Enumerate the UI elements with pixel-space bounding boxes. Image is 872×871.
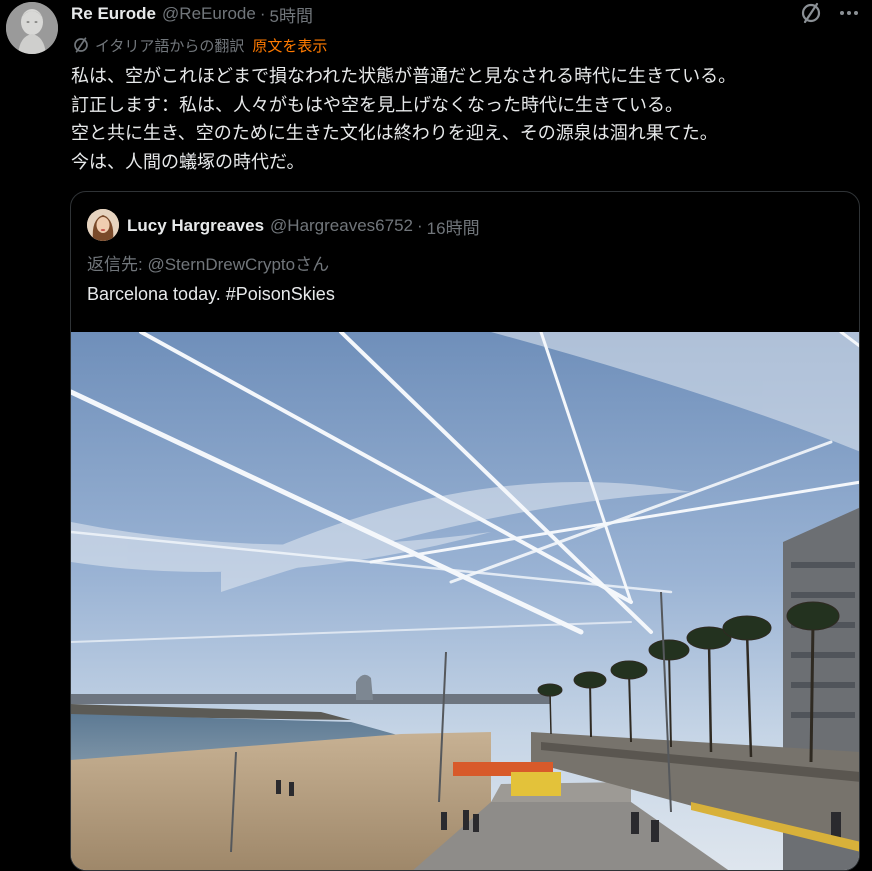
separator-dot: · (416, 216, 423, 235)
quoted-header: Lucy Hargreaves @Hargreaves6752 · 16時間 (127, 213, 480, 239)
body-line: 今は、人間の蟻塚の時代だ。 (71, 151, 305, 172)
tweet-body: 私は、空がこれほどまで損なわれた状態が普通だと見なされる時代に生きている。 訂正… (71, 62, 861, 176)
grok-slash-icon[interactable] (798, 0, 824, 26)
body-line: 私は、空がこれほどまで損なわれた状態が普通だと見なされる時代に生きている。 (71, 66, 737, 86)
body-line: 訂正します：私は、人々がもはや空を見上げなくなった時代に生きている。 (71, 94, 683, 115)
reply-to: 返信先: @SternDrewCryptoさん (87, 255, 330, 274)
author-handle[interactable]: @ReEurode (162, 4, 256, 24)
translation-label: イタリア語からの翻訳 (95, 37, 245, 55)
quoted-author-name[interactable]: Lucy Hargreaves (127, 216, 264, 236)
translation-row: イタリア語からの翻訳 原文を表示 (71, 34, 327, 56)
quoted-tweet[interactable]: Lucy Hargreaves @Hargreaves6752 · 16時間 返… (70, 191, 860, 871)
author-name[interactable]: Re Eurode (71, 4, 156, 24)
quoted-time[interactable]: 16時間 (427, 214, 480, 239)
quoted-author-avatar[interactable] (87, 209, 119, 241)
quoted-photo[interactable] (71, 330, 859, 870)
tweet-header: Re Eurode @ReEurode · 5時間 (71, 2, 313, 26)
quoted-author-handle[interactable]: @Hargreaves6752 (270, 216, 413, 236)
translate-icon (71, 35, 91, 55)
quoted-text: Barcelona today. #PoisonSkies (87, 284, 335, 304)
author-avatar[interactable] (6, 2, 58, 54)
show-original-link[interactable]: 原文を表示 (252, 35, 327, 56)
body-line: 空と共に生き、空のために生きた文化は終わりを迎え、その源泉は涸れ果てた。 (71, 123, 718, 143)
more-icon[interactable] (836, 0, 862, 26)
tweet-time[interactable]: 5時間 (270, 2, 313, 27)
separator-dot: · (259, 4, 266, 23)
